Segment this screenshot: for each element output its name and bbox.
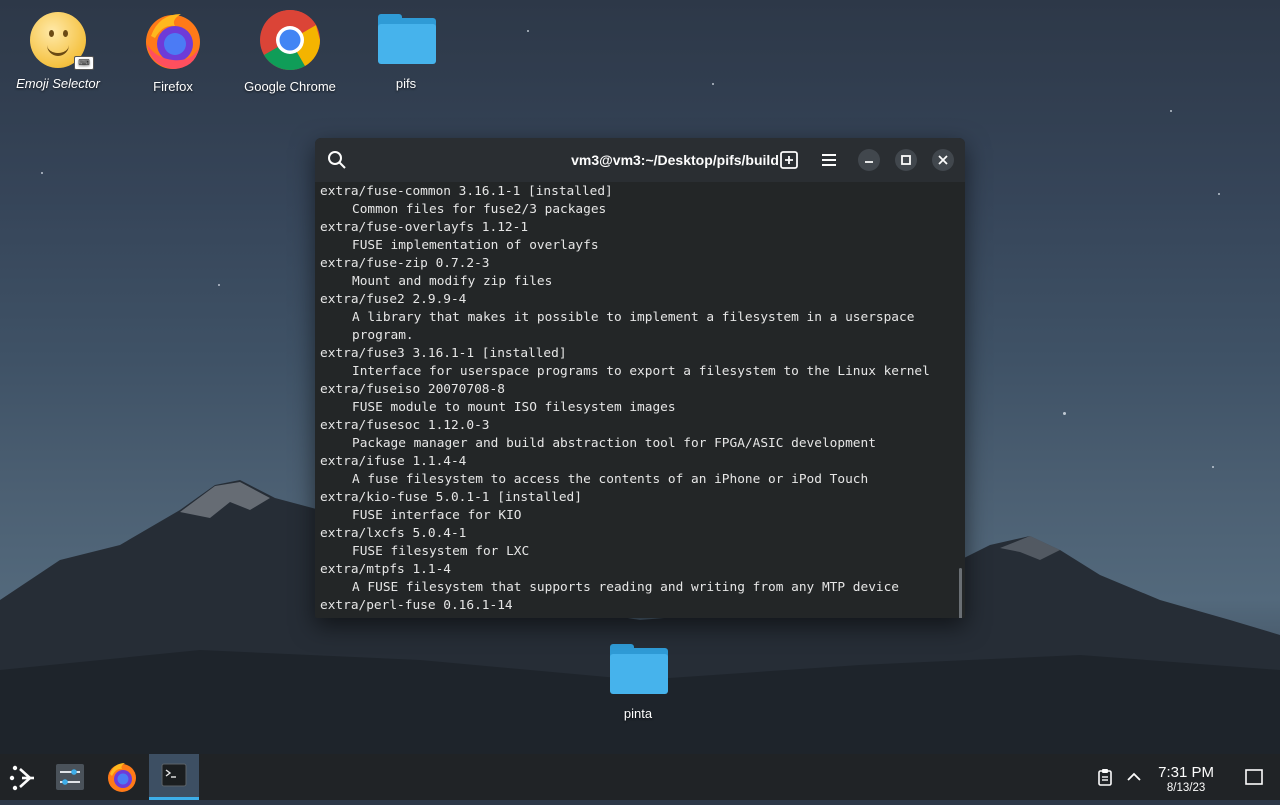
desktop-icon-pinta-folder[interactable]: pinta <box>583 638 693 721</box>
clock-time: 7:31 PM <box>1158 764 1214 781</box>
terminal-line: extra/fuseiso 20070708-8 <box>320 382 505 397</box>
minimize-icon[interactable] <box>858 149 880 171</box>
terminal-line: extra/kio-fuse 5.0.1-1 [installed] <box>320 490 582 505</box>
terminal-line: extra/fuse-overlayfs 1.12-1 <box>320 220 529 235</box>
taskbar-system-settings[interactable] <box>46 754 94 800</box>
desktop-icon-pifs-folder[interactable]: pifs <box>351 8 461 91</box>
show-desktop-icon[interactable] <box>1244 768 1264 786</box>
desktop-icon-label: pifs <box>395 76 417 91</box>
desktop-icon-label: Google Chrome <box>244 79 336 94</box>
terminal-scrollbar[interactable] <box>959 568 962 618</box>
close-icon[interactable] <box>932 149 954 171</box>
terminal-line: extra/fuse-common 3.16.1-1 [installed] <box>320 184 613 199</box>
star <box>1063 412 1066 415</box>
taskbar: 7:31 PM 8/13/23 <box>0 754 1280 800</box>
terminal-window[interactable]: vm3@vm3:~/Desktop/pifs/build extra/fuse-… <box>315 138 965 618</box>
taskbar-konsole[interactable] <box>149 754 199 800</box>
star <box>1218 193 1220 195</box>
star <box>1170 110 1172 112</box>
star <box>218 284 220 286</box>
firefox-icon <box>146 14 200 69</box>
terminal-line: A fuse filesystem to access the contents… <box>352 472 869 487</box>
terminal-line: extra/fuse3 3.16.1-1 [installed] <box>320 346 567 361</box>
terminal-line: FUSE interface for KIO <box>352 508 522 523</box>
folder-icon <box>606 638 670 702</box>
desktop-icon-emoji-selector[interactable]: ⌨ Emoji Selector <box>3 8 113 91</box>
digital-clock[interactable]: 7:31 PM 8/13/23 <box>1158 764 1214 794</box>
terminal-line: program. <box>352 328 414 343</box>
emoji-icon: ⌨ <box>26 8 94 72</box>
desktop-icon-label: Firefox <box>153 79 193 94</box>
terminal-line: FUSE implementation of overlayfs <box>352 238 599 253</box>
terminal-icon <box>161 763 187 787</box>
terminal-line: extra/fuse-zip 0.7.2-3 <box>320 256 490 271</box>
terminal-line: Package manager and build abstraction to… <box>352 436 876 451</box>
chrome-icon <box>260 9 320 71</box>
hamburger-menu-icon[interactable] <box>817 148 841 172</box>
terminal-line: extra/fuse2 2.9.9-4 <box>320 292 467 307</box>
desktop-icon-label: Emoji Selector <box>16 76 100 91</box>
search-icon[interactable] <box>325 148 349 172</box>
terminal-line: FUSE filesystem for LXC <box>352 544 530 559</box>
terminal-line: Mount and modify zip files <box>352 274 553 289</box>
desktop-icon-label: pinta <box>623 706 653 721</box>
terminal-line: Common files for fuse2/3 packages <box>352 202 607 217</box>
terminal-line: A FUSE filesystem that supports reading … <box>352 580 900 595</box>
window-titlebar[interactable]: vm3@vm3:~/Desktop/pifs/build <box>315 138 965 182</box>
star <box>41 172 43 174</box>
terminal-line: extra/fusesoc 1.12.0-3 <box>320 418 490 433</box>
new-tab-icon[interactable] <box>777 148 801 172</box>
application-launcher-button[interactable] <box>0 754 48 800</box>
settings-sliders-icon <box>56 764 84 790</box>
terminal-line: FUSE module to mount ISO filesystem imag… <box>352 400 676 415</box>
terminal-line: extra/mtpfs 1.1-4 <box>320 562 451 577</box>
maximize-icon[interactable] <box>895 149 917 171</box>
terminal-output[interactable]: extra/fuse-common 3.16.1-1 [installed] C… <box>315 182 965 618</box>
desktop-icon-google-chrome[interactable]: Google Chrome <box>235 8 345 94</box>
terminal-line: extra/ifuse 1.1.4-4 <box>320 454 467 469</box>
chevron-up-icon[interactable] <box>1124 767 1144 787</box>
firefox-icon <box>108 763 136 792</box>
launcher-icon <box>9 765 34 791</box>
desktop-icon-firefox[interactable]: Firefox <box>118 8 228 94</box>
taskbar-firefox[interactable] <box>98 754 146 800</box>
folder-icon <box>374 8 438 72</box>
clock-date: 8/13/23 <box>1166 782 1206 794</box>
terminal-line: extra/perl-fuse 0.16.1-14 <box>320 598 513 613</box>
clipboard-icon[interactable] <box>1095 767 1115 787</box>
star <box>712 83 714 85</box>
terminal-line: Interface for userspace programs to expo… <box>352 364 930 379</box>
terminal-line: extra/lxcfs 5.0.4-1 <box>320 526 467 541</box>
terminal-line: A library that makes it possible to impl… <box>352 310 915 325</box>
star <box>527 30 529 32</box>
